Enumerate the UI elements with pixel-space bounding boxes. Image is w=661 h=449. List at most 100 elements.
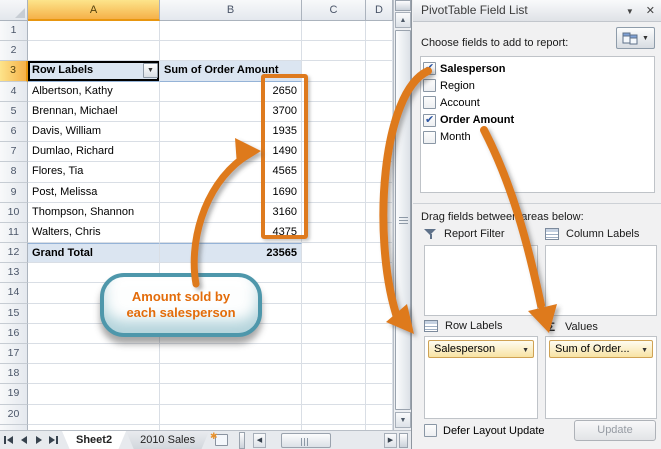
vertical-scroll-thumb[interactable] [395,30,411,410]
cell-B3[interactable]: Sum of Order Amount [160,61,302,81]
row-header-15[interactable]: 15 [0,304,28,324]
cell-B9[interactable]: 1690 [160,183,302,203]
cell-A8[interactable]: Flores, Tia [28,162,160,182]
cell-D13[interactable] [366,263,393,283]
cell-B17[interactable] [160,344,302,364]
cell-B8[interactable]: 4565 [160,162,302,182]
row-header-8[interactable]: 8 [0,162,28,182]
cell-D2[interactable] [366,41,393,61]
cell-C15[interactable] [302,304,366,324]
cell-C18[interactable] [302,364,366,384]
values-field-pill[interactable]: Sum of Order... ▼ [549,340,653,358]
cell-B12[interactable]: 23565 [160,243,302,263]
cell-C13[interactable] [302,263,366,283]
cell-D15[interactable] [366,304,393,324]
row-header-2[interactable]: 2 [0,41,28,61]
last-sheet-button[interactable] [47,433,60,447]
scroll-left-button[interactable]: ◀ [253,433,266,448]
row-header-13[interactable]: 13 [0,263,28,283]
cell-B16[interactable] [160,324,302,344]
cell-C17[interactable] [302,344,366,364]
cell-B5[interactable]: 3700 [160,102,302,122]
cell-B1[interactable] [160,21,302,41]
cell-A4[interactable]: Albertson, Kathy [28,82,160,102]
cell-B6[interactable]: 1935 [160,122,302,142]
field-checkbox[interactable] [423,131,436,144]
cell-D1[interactable] [366,21,393,41]
row-header-16[interactable]: 16 [0,324,28,344]
scroll-right-button[interactable]: ▶ [384,433,397,448]
cell-C1[interactable] [302,21,366,41]
cell-C5[interactable] [302,102,366,122]
cell-A20[interactable] [28,405,160,425]
pill-caret-icon[interactable]: ▼ [641,347,648,354]
cell-C9[interactable] [302,183,366,203]
report-filter-dropzone[interactable] [424,245,538,316]
cell-B7[interactable]: 1490 [160,142,302,162]
vertical-scrollbar[interactable]: ▲ ▼ [393,0,411,430]
row-header-11[interactable]: 11 [0,223,28,243]
column-header-D[interactable]: D [366,0,393,21]
values-dropzone[interactable]: Sum of Order... ▼ [545,336,657,419]
cell-B15[interactable] [160,304,302,324]
column-header-A[interactable]: A [28,0,160,21]
column-header-B[interactable]: B [160,0,302,21]
row-labels-field-pill[interactable]: Salesperson ▼ [428,340,534,358]
cell-C2[interactable] [302,41,366,61]
cell-D17[interactable] [366,344,393,364]
cell-B20[interactable] [160,405,302,425]
row-header-4[interactable]: 4 [0,82,28,102]
cell-C20[interactable] [302,405,366,425]
cell-A11[interactable]: Walters, Chris [28,223,160,243]
row-header-12[interactable]: 12 [0,243,28,263]
column-labels-dropzone[interactable] [545,245,657,316]
cell-B4[interactable]: 2650 [160,82,302,102]
scroll-down-button[interactable]: ▼ [395,412,411,428]
row-header-6[interactable]: 6 [0,122,28,142]
cell-B19[interactable] [160,384,302,404]
horizontal-scrollbar[interactable]: ◀ ▶ [253,432,409,449]
pill-caret-icon[interactable]: ▼ [522,347,529,354]
cell-A15[interactable] [28,304,160,324]
cell-D9[interactable] [366,183,393,203]
cell-B11[interactable]: 4375 [160,223,302,243]
cell-A10[interactable]: Thompson, Shannon [28,203,160,223]
cell-A7[interactable]: Dumlao, Richard [28,142,160,162]
field-checkbox[interactable] [423,62,436,75]
cell-D11[interactable] [366,223,393,243]
cell-A6[interactable]: Davis, William [28,122,160,142]
row-header-18[interactable]: 18 [0,364,28,384]
row-header-3[interactable]: 3 [0,61,28,81]
select-all-corner[interactable] [0,0,28,21]
cell-A16[interactable] [28,324,160,344]
cell-A17[interactable] [28,344,160,364]
row-header-1[interactable]: 1 [0,21,28,41]
cell-A18[interactable] [28,364,160,384]
field-item-region[interactable]: Region [423,77,652,94]
row-header-19[interactable]: 19 [0,384,28,404]
cell-A3[interactable]: Row Labels▼ [28,61,160,81]
field-item-account[interactable]: Account [423,94,652,111]
cell-C3[interactable] [302,61,366,81]
previous-sheet-button[interactable] [17,433,30,447]
cell-A9[interactable]: Post, Melissa [28,183,160,203]
field-checkbox[interactable] [423,114,436,127]
horizontal-scroll-thumb[interactable] [281,433,331,448]
row-header-17[interactable]: 17 [0,344,28,364]
field-item-salesperson[interactable]: Salesperson [423,60,652,77]
cell-C14[interactable] [302,283,366,303]
cell-A12[interactable]: Grand Total [28,243,160,263]
insert-worksheet-button[interactable]: ✱ [212,434,232,448]
cell-B14[interactable] [160,283,302,303]
cell-A14[interactable] [28,283,160,303]
pane-menu-caret-icon[interactable]: ▼ [626,1,634,22]
row-header-10[interactable]: 10 [0,203,28,223]
cell-C16[interactable] [302,324,366,344]
field-item-month[interactable]: Month [423,129,652,146]
row-header-9[interactable]: 9 [0,183,28,203]
cell-A5[interactable]: Brennan, Michael [28,102,160,122]
tab-split-handle[interactable] [239,432,245,449]
field-item-order-amount[interactable]: Order Amount [423,112,652,129]
field-checkbox[interactable] [423,79,436,92]
row-header-7[interactable]: 7 [0,142,28,162]
